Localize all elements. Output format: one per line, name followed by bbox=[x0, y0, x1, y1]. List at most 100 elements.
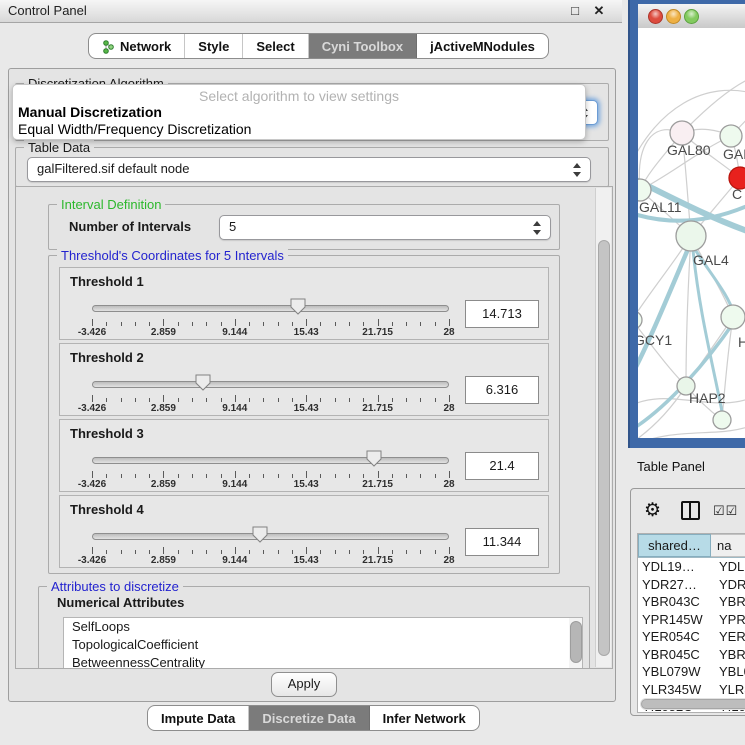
float-icon[interactable]: □ bbox=[566, 2, 584, 20]
table-row[interactable]: YLR345WYLR3 bbox=[638, 681, 745, 699]
table-cell[interactable]: YBR0 bbox=[713, 593, 745, 611]
network-node[interactable] bbox=[713, 411, 731, 429]
popup-item-equal-width-frequency[interactable]: Equal Width/Frequency Discretization bbox=[18, 121, 580, 137]
list-item[interactable]: SelfLoops bbox=[64, 618, 582, 636]
panel-scrollbar[interactable] bbox=[595, 188, 611, 667]
gear-icon[interactable]: ⚙ bbox=[644, 501, 661, 520]
table-cell[interactable]: YPR1 bbox=[713, 611, 745, 629]
apply-button[interactable]: Apply bbox=[271, 672, 337, 697]
slider-thumb[interactable] bbox=[252, 526, 268, 543]
table-row[interactable]: YBL079WYBL0 bbox=[638, 663, 745, 681]
threshold-slider[interactable]: -3.4262.8599.14415.4321.71528 bbox=[92, 374, 449, 412]
tab-impute-data[interactable]: Impute Data bbox=[148, 706, 249, 730]
tick-mark bbox=[163, 471, 164, 478]
threshold-slider[interactable]: -3.4262.8599.14415.4321.71528 bbox=[92, 298, 449, 336]
tick-mark bbox=[292, 322, 293, 326]
column-header-name[interactable]: na bbox=[711, 534, 745, 557]
table-cell[interactable]: YDR2 bbox=[713, 576, 745, 594]
tick-mark bbox=[149, 474, 150, 478]
threshold-value-field[interactable]: 6.316 bbox=[465, 376, 539, 404]
network-icon bbox=[102, 39, 114, 54]
tab-discretize-data[interactable]: Discretize Data bbox=[249, 706, 369, 730]
table-cell[interactable]: YER0 bbox=[713, 628, 745, 646]
minimize-light[interactable] bbox=[666, 9, 681, 24]
table-cell[interactable]: YDL1 bbox=[713, 558, 745, 576]
tick-label: 21.715 bbox=[362, 327, 393, 338]
close-icon[interactable]: ✕ bbox=[590, 2, 608, 20]
threshold-value-field[interactable]: 11.344 bbox=[465, 528, 539, 556]
slider-track[interactable] bbox=[92, 457, 449, 464]
table-cell[interactable]: YBR043C bbox=[638, 593, 713, 611]
table-cell[interactable]: YBL0 bbox=[713, 663, 745, 681]
tab-select[interactable]: Select bbox=[243, 34, 308, 58]
table-cell[interactable]: YDL19… bbox=[638, 558, 713, 576]
table-cell[interactable]: YPR145W bbox=[638, 611, 713, 629]
tab-network[interactable]: Network bbox=[89, 34, 185, 58]
tick-mark bbox=[178, 474, 179, 478]
table-cell[interactable]: YLR345W bbox=[638, 681, 713, 699]
slider-thumb[interactable] bbox=[366, 450, 382, 467]
tick-mark bbox=[149, 550, 150, 554]
number-of-intervals-combo[interactable]: 5 bbox=[219, 215, 551, 240]
node-label: C bbox=[732, 186, 742, 202]
tick-mark bbox=[449, 471, 450, 478]
threshold-value-field[interactable]: 14.713 bbox=[465, 300, 539, 328]
table-cell[interactable]: YLR3 bbox=[713, 681, 745, 699]
tab-style[interactable]: Style bbox=[185, 34, 243, 58]
tick-label: 9.144 bbox=[222, 403, 247, 414]
threshold-slider[interactable]: -3.4262.8599.14415.4321.71528 bbox=[92, 450, 449, 488]
network-canvas[interactable]: GAL80GALCGAL11GAL4GCY1HAHAP2 bbox=[638, 28, 745, 438]
table-cell[interactable]: YER054C bbox=[638, 628, 713, 646]
tick-label: 28 bbox=[443, 403, 454, 414]
table-row[interactable]: YDL19…YDL1 bbox=[638, 558, 745, 576]
list-scrollbar[interactable] bbox=[569, 618, 582, 669]
panel-scrollbar-thumb[interactable] bbox=[598, 240, 610, 656]
slider-track[interactable] bbox=[92, 533, 449, 540]
table-cell[interactable]: YDR27… bbox=[638, 576, 713, 594]
table-cell[interactable]: YBL079W bbox=[638, 663, 713, 681]
table-cell[interactable]: YBR0 bbox=[713, 646, 745, 664]
table-row[interactable]: YER054CYER0 bbox=[638, 628, 745, 646]
numerical-attributes-list[interactable]: SelfLoopsTopologicalCoefficientBetweenne… bbox=[63, 617, 583, 669]
close-light[interactable] bbox=[648, 9, 663, 24]
column-layout-icon[interactable] bbox=[681, 501, 700, 520]
network-node[interactable] bbox=[638, 311, 642, 329]
slider-track[interactable] bbox=[92, 381, 449, 388]
checkbox-pair-icon[interactable]: ☑☑ bbox=[713, 503, 738, 519]
table-data-combo[interactable]: galFiltered.sif default node bbox=[27, 157, 591, 182]
tick-label: 28 bbox=[443, 555, 454, 566]
tick-mark bbox=[392, 550, 393, 554]
column-header-shared-name[interactable]: shared… bbox=[638, 534, 711, 557]
threshold-value-field[interactable]: 21.4 bbox=[465, 452, 539, 480]
table-horizontal-scrollbar[interactable] bbox=[640, 698, 745, 710]
popup-item-manual-discretization[interactable]: Manual Discretization bbox=[18, 104, 580, 120]
slider-thumb[interactable] bbox=[290, 298, 306, 315]
network-node[interactable] bbox=[721, 305, 745, 329]
list-item[interactable]: TopologicalCoefficient bbox=[64, 636, 582, 654]
tab-jactivemnodules[interactable]: jActiveMNodules bbox=[417, 34, 548, 58]
tick-mark bbox=[235, 395, 236, 402]
slider-thumb[interactable] bbox=[195, 374, 211, 391]
list-item[interactable]: BetweennessCentrality bbox=[64, 654, 582, 669]
list-scrollbar-thumb[interactable] bbox=[570, 621, 582, 663]
popup-placeholder: Select algorithm to view settings bbox=[13, 88, 585, 104]
zoom-light[interactable] bbox=[684, 9, 699, 24]
tick-mark bbox=[249, 398, 250, 402]
network-node[interactable] bbox=[676, 221, 706, 251]
tick-mark bbox=[335, 550, 336, 554]
slider-ticks bbox=[92, 471, 449, 479]
tick-mark bbox=[249, 550, 250, 554]
network-window-titlebar[interactable] bbox=[638, 4, 745, 29]
table-row[interactable]: YBR045CYBR0 bbox=[638, 646, 745, 664]
tab-infer-network[interactable]: Infer Network bbox=[370, 706, 479, 730]
table-cell[interactable]: YBR045C bbox=[638, 646, 713, 664]
table-row[interactable]: YDR27…YDR2 bbox=[638, 576, 745, 594]
network-node[interactable] bbox=[720, 125, 742, 147]
hscrollbar-thumb[interactable] bbox=[641, 699, 745, 709]
table-row[interactable]: YPR145WYPR1 bbox=[638, 611, 745, 629]
threshold-slider[interactable]: -3.4262.8599.14415.4321.71528 bbox=[92, 526, 449, 564]
tick-mark bbox=[335, 474, 336, 478]
slider-track[interactable] bbox=[92, 305, 449, 312]
tab-cyni-toolbox[interactable]: Cyni Toolbox bbox=[309, 34, 417, 58]
table-row[interactable]: YBR043CYBR0 bbox=[638, 593, 745, 611]
